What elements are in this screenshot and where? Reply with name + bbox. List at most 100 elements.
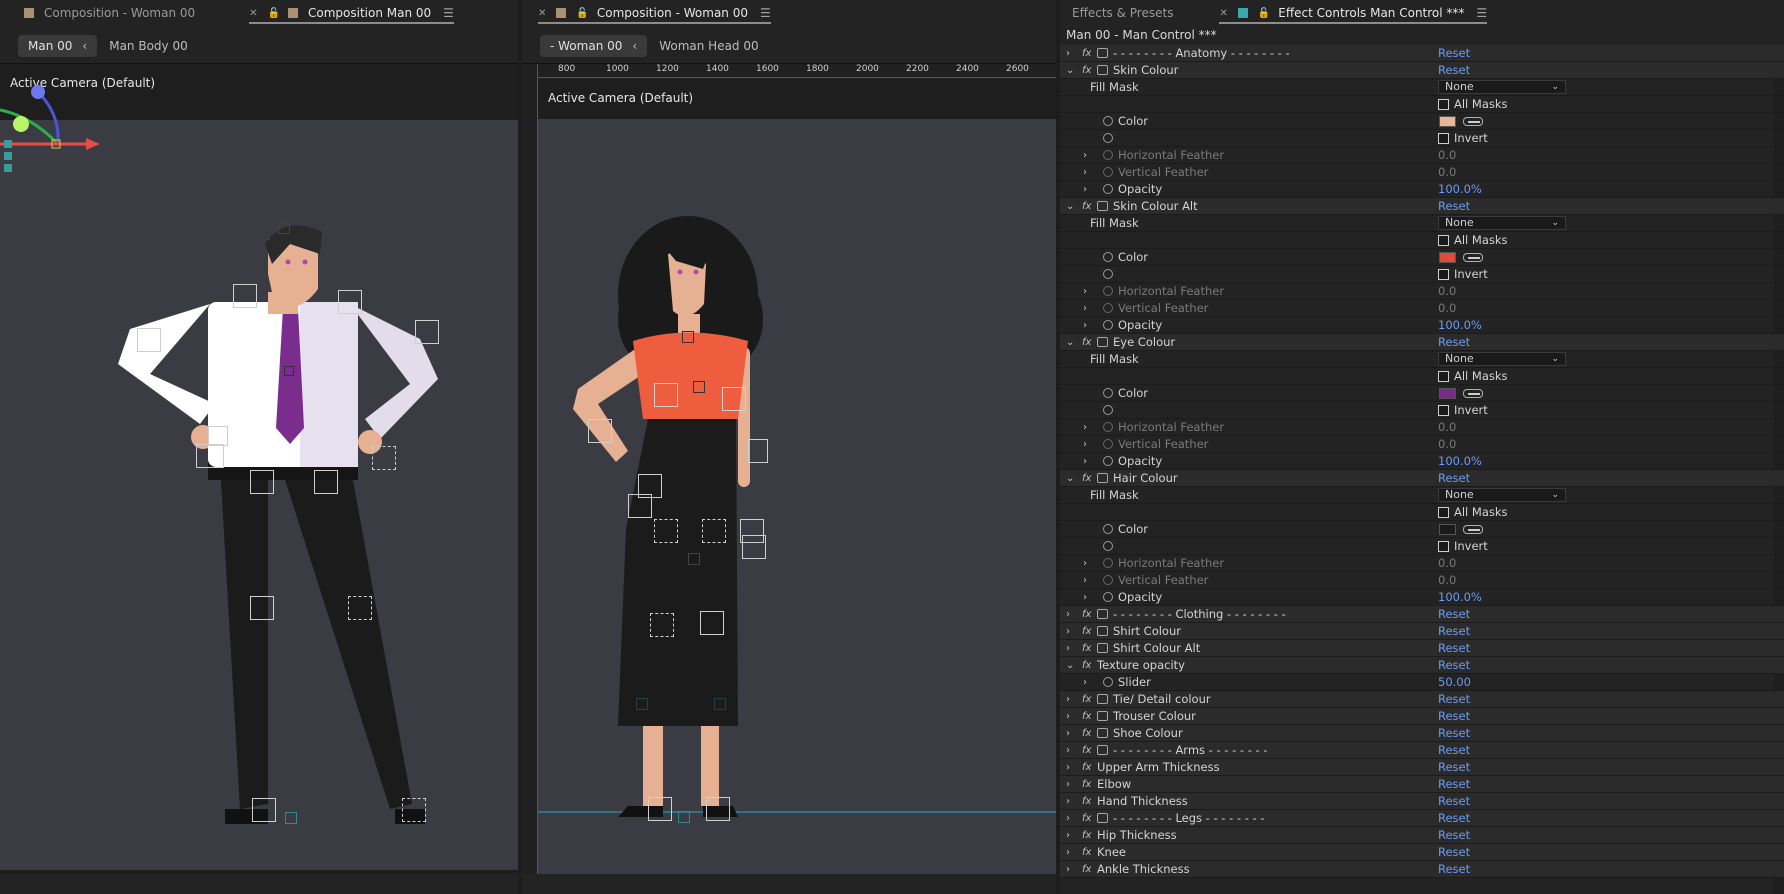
effect-row-shirt-colour[interactable]: › fx Shirt Colour Reset [1060,623,1784,640]
all-masks-checkbox[interactable] [1438,234,1449,246]
fx-icon[interactable]: fx [1082,830,1091,841]
chevron-right-icon[interactable]: › [1083,184,1087,195]
handle-box[interactable] [722,387,746,411]
handle-box[interactable] [654,383,678,407]
effect-row-hand[interactable]: › fx Hand Thickness Reset [1060,793,1784,810]
chevron-right-icon[interactable]: › [1083,575,1087,586]
eyedropper-icon[interactable] [1463,524,1483,534]
reset-link[interactable]: Reset [1438,658,1470,672]
reset-link[interactable]: Reset [1438,63,1470,77]
fill-mask-dropdown[interactable]: None ⌄ [1438,80,1566,94]
stopwatch-icon[interactable] [1103,303,1113,313]
handle-box[interactable] [714,698,726,710]
reset-link[interactable]: Reset [1438,845,1470,859]
handle-box[interactable] [196,444,224,468]
tab-effects-presets[interactable]: Effects & Presets [1064,0,1181,26]
color-swatch[interactable] [1439,251,1456,263]
handle-box[interactable] [650,613,674,637]
invert-checkbox[interactable] [1438,404,1449,416]
breadcrumb-next[interactable]: Woman Head 00 [659,39,758,53]
chevron-right-icon[interactable]: › [1083,677,1087,688]
effect-row-hair-colour[interactable]: ⌄ fx Hair Colour Reset [1060,470,1784,487]
panel-menu-icon[interactable]: ☰ [1476,6,1487,20]
prop-value[interactable]: 0.0 [1438,420,1456,434]
fx-icon[interactable]: fx [1082,643,1091,654]
invert-checkbox[interactable] [1438,132,1449,144]
reset-link[interactable]: Reset [1438,794,1470,808]
fx-icon[interactable]: fx [1082,473,1091,484]
tab-effect-controls[interactable]: ✕ 🔓 Effect Controls Man Control *** ☰ [1211,0,1495,26]
effect-row-knee[interactable]: › fx Knee Reset [1060,844,1784,861]
chevron-right-icon[interactable]: › [1066,609,1076,620]
stopwatch-icon[interactable] [1103,150,1113,160]
stopwatch-icon[interactable] [1103,167,1113,177]
effect-row-anatomy[interactable]: › fx - - - - - - - - Anatomy - - - - - -… [1060,45,1784,62]
chevron-down-icon[interactable]: ⌄ [1066,473,1076,484]
reset-link[interactable]: Reset [1438,760,1470,774]
all-masks-checkbox[interactable] [1438,98,1449,110]
horizontal-ruler[interactable]: 800 1000 1200 1400 1600 1800 2000 2200 2… [522,64,1056,78]
chevron-right-icon[interactable]: › [1066,728,1076,739]
breadcrumb-active[interactable]: Man 00 ‹ [18,34,98,57]
chevron-down-icon[interactable]: ⌄ [1066,201,1076,212]
chevron-right-icon[interactable]: › [1066,694,1076,705]
fx-icon[interactable]: fx [1082,65,1091,76]
stopwatch-icon[interactable] [1103,677,1113,687]
effect-row-legs[interactable]: › fx - - - - - - - - Legs - - - - - - - … [1060,810,1784,827]
prop-value[interactable]: 0.0 [1438,437,1456,451]
chevron-right-icon[interactable]: › [1066,48,1076,59]
color-swatch[interactable] [1439,387,1456,399]
chevron-right-icon[interactable]: › [1083,456,1087,467]
stopwatch-icon[interactable] [1103,558,1113,568]
chevron-right-icon[interactable]: › [1066,779,1076,790]
fill-mask-dropdown[interactable]: None ⌄ [1438,352,1566,366]
eyedropper-icon[interactable] [1463,116,1483,126]
invert-checkbox[interactable] [1438,268,1449,280]
lock-icon[interactable]: 🔓 [1258,8,1270,19]
prop-value[interactable]: 0.0 [1438,573,1456,587]
effect-row-shirt-colour-alt[interactable]: › fx Shirt Colour Alt Reset [1060,640,1784,657]
stopwatch-icon[interactable] [1103,422,1113,432]
chevron-down-icon[interactable]: ⌄ [1066,337,1076,348]
lock-icon[interactable]: 🔓 [576,8,588,19]
handle-box[interactable] [702,519,726,543]
effect-row-skin-colour[interactable]: ⌄ fx Skin Colour Reset [1060,62,1784,79]
stopwatch-icon[interactable] [1103,405,1113,415]
fx-icon[interactable]: fx [1082,728,1091,739]
handle-box[interactable] [285,812,297,824]
fx-icon[interactable]: fx [1082,337,1091,348]
breadcrumb-next[interactable]: Man Body 00 [109,39,188,53]
effect-row-arms[interactable]: › fx - - - - - - - - Arms - - - - - - - … [1060,742,1784,759]
fx-icon[interactable]: fx [1082,626,1091,637]
stopwatch-icon[interactable] [1103,541,1113,551]
stopwatch-icon[interactable] [1103,592,1113,602]
fx-icon[interactable]: fx [1082,864,1091,875]
chevron-right-icon[interactable]: › [1083,422,1087,433]
color-swatch[interactable] [1439,523,1456,535]
stopwatch-icon[interactable] [1103,269,1113,279]
effect-row-clothing[interactable]: › fx - - - - - - - - Clothing - - - - - … [1060,606,1784,623]
prop-value[interactable]: 0.0 [1438,165,1456,179]
handle-box[interactable] [742,535,766,559]
chevron-right-icon[interactable]: › [1083,286,1087,297]
eyedropper-icon[interactable] [1463,388,1483,398]
effect-row-eye-colour[interactable]: ⌄ fx Eye Colour Reset [1060,334,1784,351]
all-masks-checkbox[interactable] [1438,370,1449,382]
fx-icon[interactable]: fx [1082,660,1091,671]
prop-value[interactable]: 100.0% [1438,182,1482,196]
chevron-right-icon[interactable]: › [1066,626,1076,637]
reset-link[interactable]: Reset [1438,777,1470,791]
effect-row-ankle[interactable]: › fx Ankle Thickness Reset [1060,861,1784,878]
chevron-right-icon[interactable]: › [1083,558,1087,569]
effect-row-tie-colour[interactable]: › fx Tie/ Detail colour Reset [1060,691,1784,708]
stopwatch-icon[interactable] [1103,133,1113,143]
handle-box[interactable] [628,494,652,518]
handle-box[interactable] [250,596,274,620]
chevron-down-icon[interactable]: ⌄ [1066,660,1076,671]
chevron-right-icon[interactable]: › [1066,847,1076,858]
prop-value[interactable]: 0.0 [1438,301,1456,315]
fx-icon[interactable]: fx [1082,201,1091,212]
fx-icon[interactable]: fx [1082,779,1091,790]
fx-icon[interactable]: fx [1082,796,1091,807]
effect-row-shoe-colour[interactable]: › fx Shoe Colour Reset [1060,725,1784,742]
